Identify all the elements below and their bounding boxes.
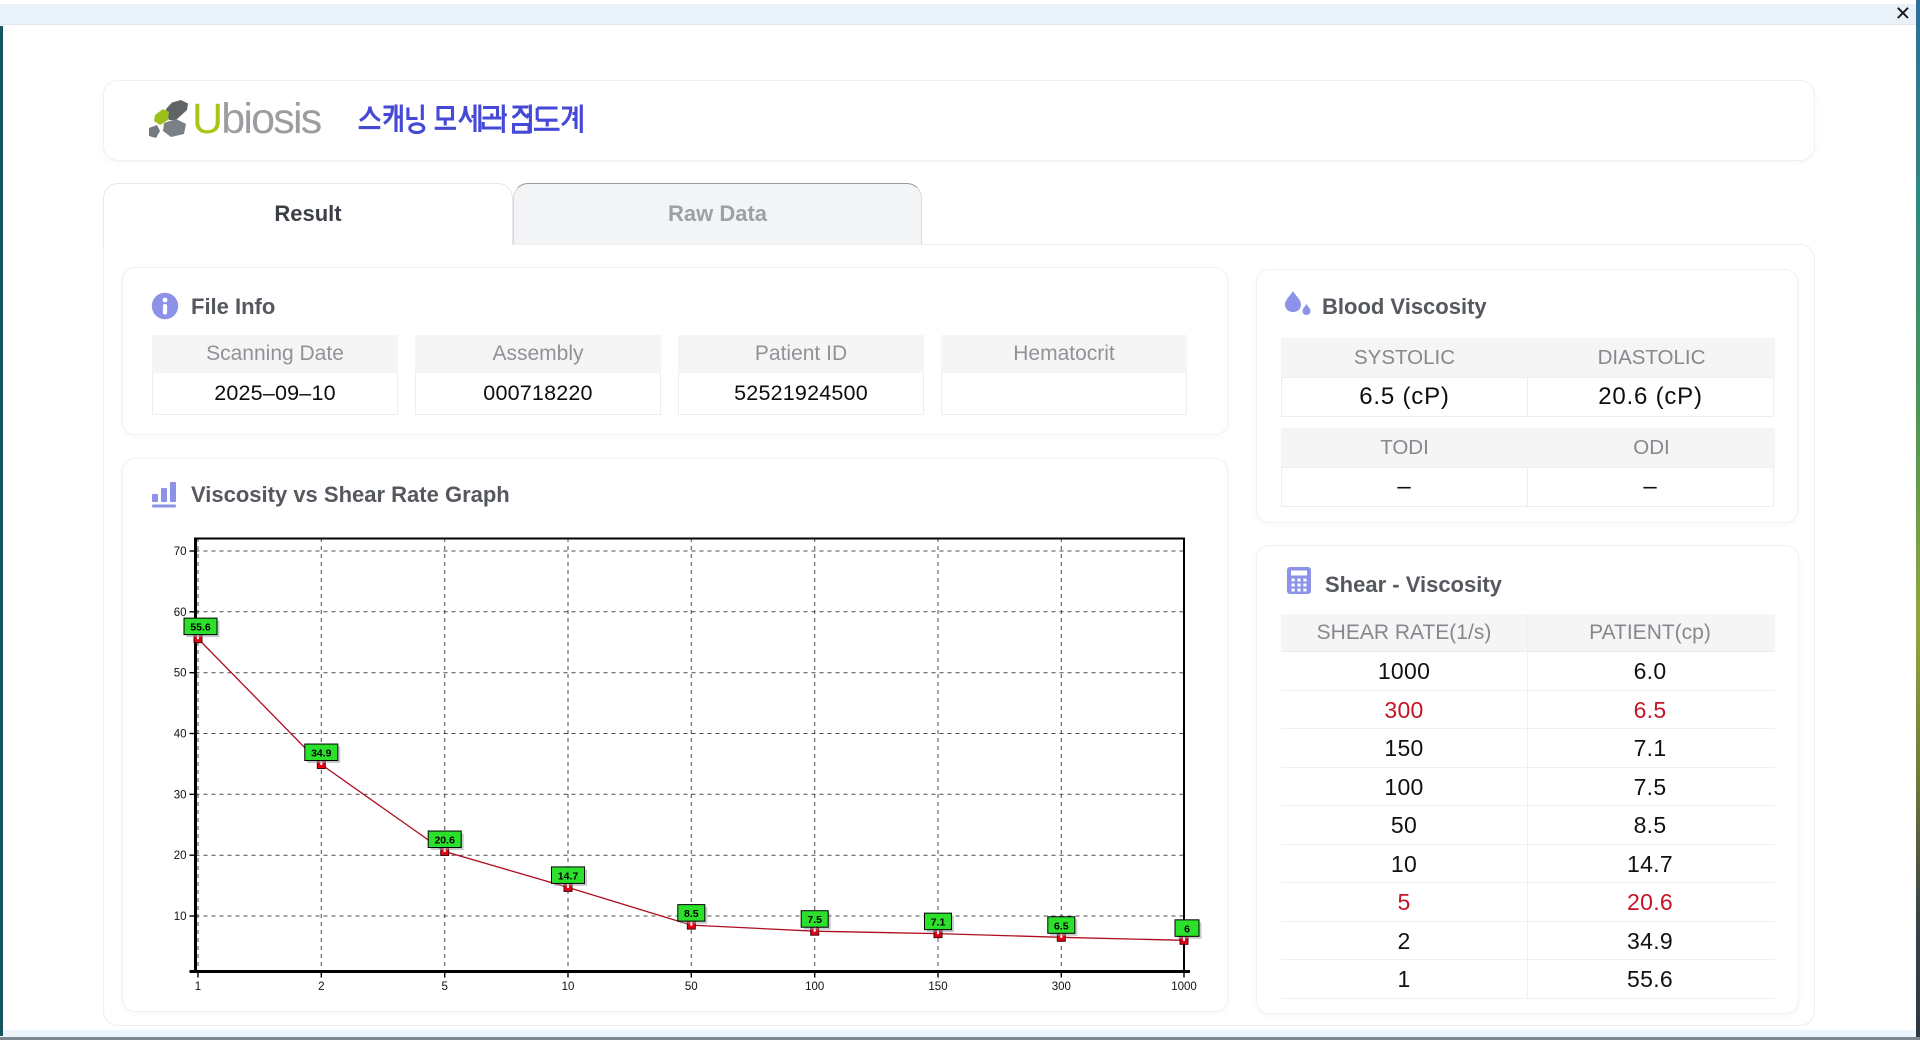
svg-text:1000: 1000 bbox=[1171, 981, 1197, 993]
svg-text:5: 5 bbox=[441, 981, 447, 993]
svg-text:30: 30 bbox=[174, 789, 187, 801]
svg-text:10: 10 bbox=[562, 981, 575, 993]
svg-text:60: 60 bbox=[174, 607, 187, 619]
svg-text:6: 6 bbox=[1184, 923, 1190, 935]
svg-text:34.9: 34.9 bbox=[311, 748, 332, 760]
svg-text:100: 100 bbox=[805, 981, 824, 993]
svg-text:20.6: 20.6 bbox=[434, 835, 455, 847]
svg-text:150: 150 bbox=[928, 981, 947, 993]
svg-text:50: 50 bbox=[685, 981, 698, 993]
svg-text:6.5: 6.5 bbox=[1054, 920, 1069, 932]
svg-text:70: 70 bbox=[174, 546, 187, 558]
svg-text:7.5: 7.5 bbox=[807, 914, 822, 926]
svg-text:8.5: 8.5 bbox=[684, 908, 699, 920]
svg-text:50: 50 bbox=[174, 668, 187, 680]
svg-text:300: 300 bbox=[1052, 981, 1071, 993]
svg-text:40: 40 bbox=[174, 729, 187, 741]
svg-text:1: 1 bbox=[195, 981, 201, 993]
svg-text:2: 2 bbox=[318, 981, 324, 993]
svg-text:10: 10 bbox=[174, 911, 187, 923]
svg-text:20: 20 bbox=[174, 850, 187, 862]
svg-text:55.6: 55.6 bbox=[190, 622, 211, 634]
svg-text:14.7: 14.7 bbox=[558, 870, 579, 882]
svg-text:7.1: 7.1 bbox=[931, 917, 946, 929]
